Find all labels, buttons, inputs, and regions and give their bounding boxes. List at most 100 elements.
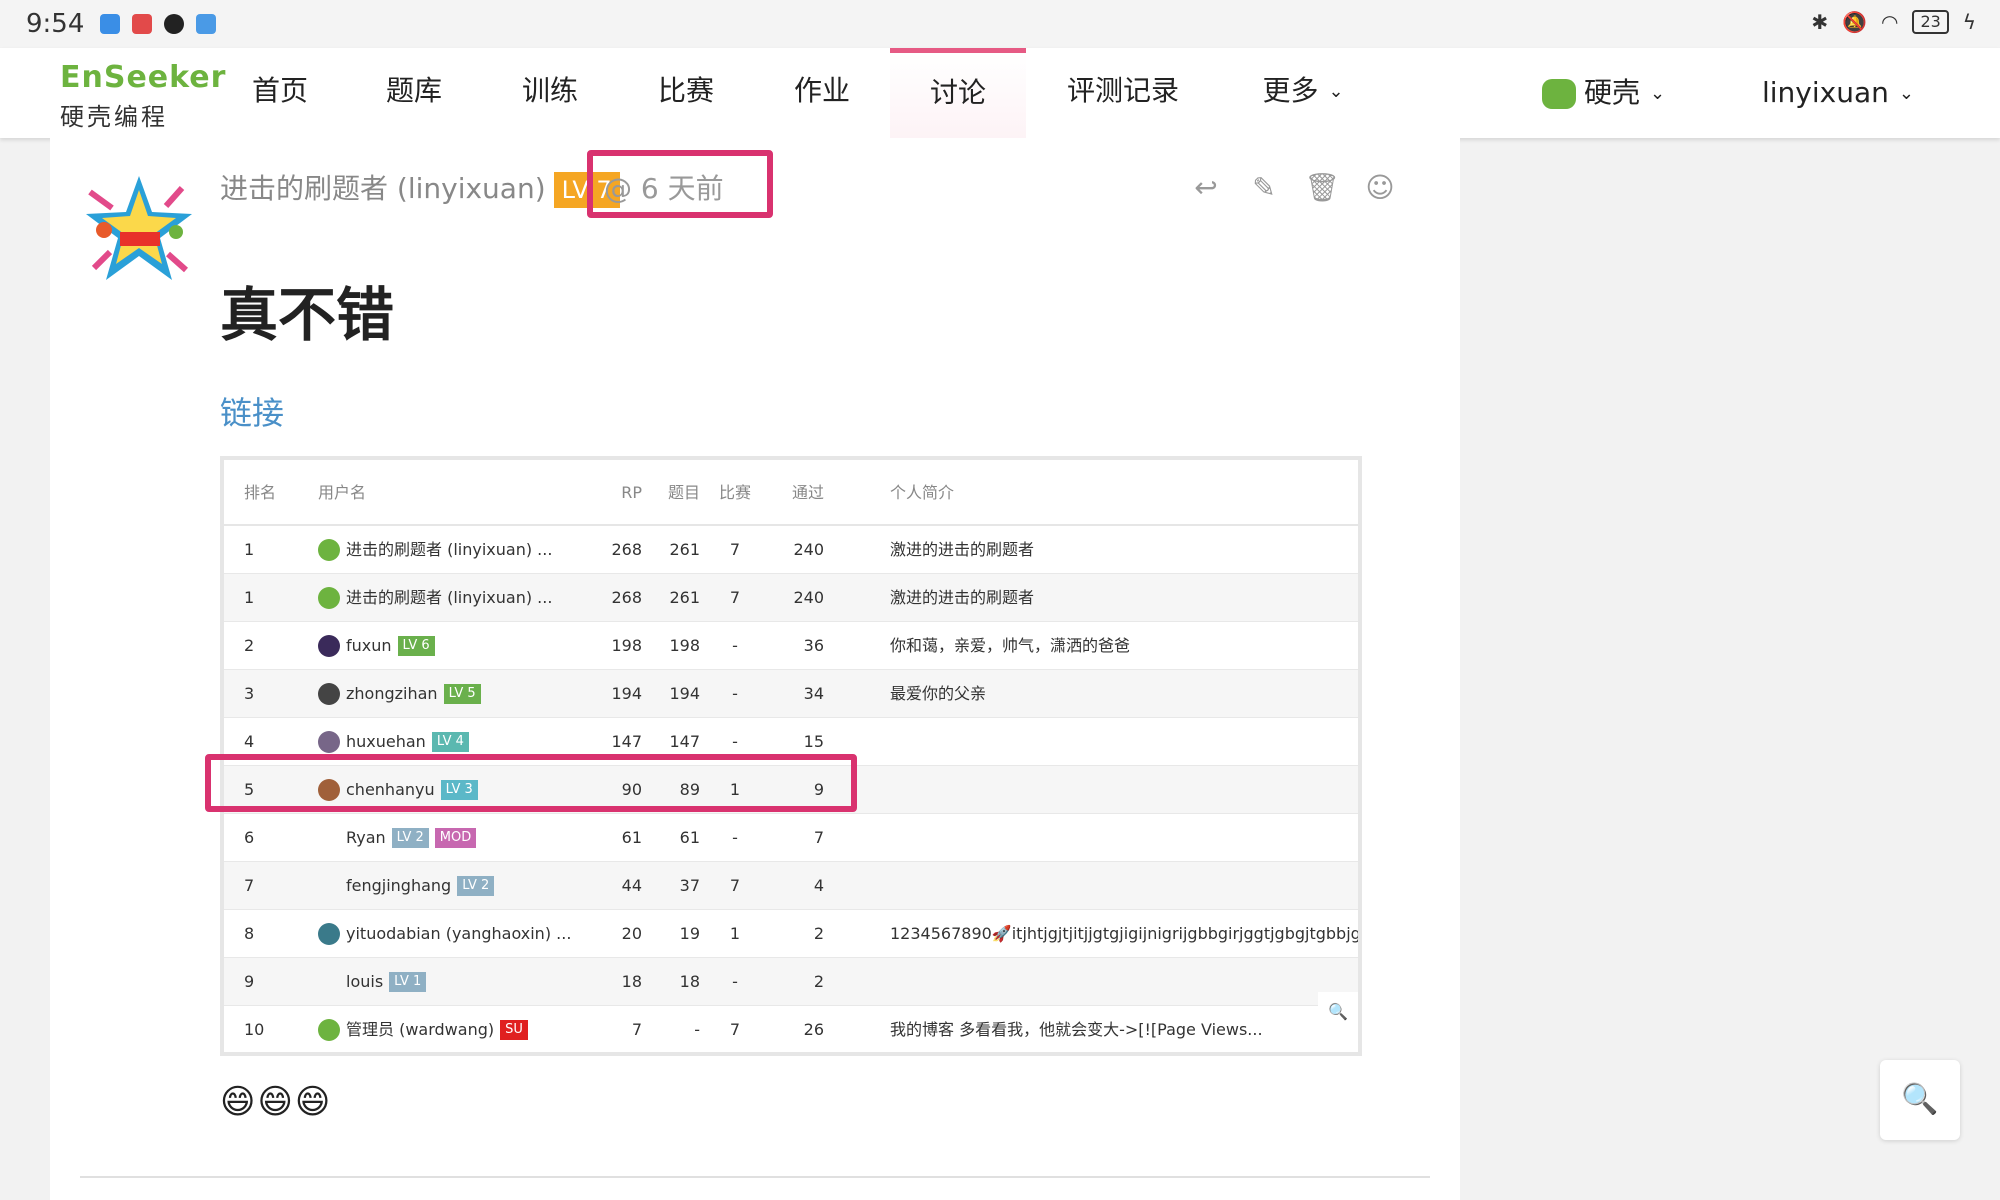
chevron-down-icon: ⌄ <box>1328 81 1344 102</box>
user-avatar <box>318 539 340 561</box>
post-emojis: 😄😄😄 <box>220 1082 333 1122</box>
school-menu[interactable]: 硬壳 ⌄ <box>1542 48 1665 138</box>
status-icons: ✱ 🔕 ◠ 23 ϟ <box>1811 10 1976 34</box>
cell-passed: 36 <box>803 636 824 655</box>
cell-passed: 2 <box>813 972 824 991</box>
table-row: 2 fuxun LV 6 198 198 - 36 你和蔼，亲爱，帅气，潇洒的爸爸 <box>224 622 1358 670</box>
cell-contests: 7 <box>729 540 741 559</box>
nav-discussion[interactable]: 讨论 <box>890 48 1026 138</box>
cell-username: yituodabian (yanghaoxin) ... <box>318 910 571 958</box>
author-avatar[interactable] <box>82 172 196 290</box>
nav-more[interactable]: 更多 ⌄ <box>1248 48 1358 138</box>
annotation-highlight-box <box>205 754 857 812</box>
user-name: louis <box>346 972 384 991</box>
user-name: fuxun <box>346 636 392 655</box>
post-link[interactable]: 链接 <box>220 388 284 434</box>
table-row: 1 进击的刷题者 (linyixuan) ... 268 261 7 240 激进的进击的刷… <box>224 526 1358 574</box>
cell-contests: - <box>732 972 738 991</box>
search-icon: 🔍 <box>1318 992 1358 1032</box>
cell-username: louis LV 1 <box>318 958 427 1006</box>
cell-rp: 268 <box>611 540 642 559</box>
search-button[interactable]: 🔍 <box>1880 1060 1960 1140</box>
cell-rank: 8 <box>244 924 255 943</box>
cell-rank: 2 <box>244 636 255 655</box>
nav-training[interactable]: 训练 <box>510 48 590 138</box>
table-row: 1 进击的刷题者 (linyixuan) ... 268 261 7 240 激进的进击的刷… <box>224 574 1358 622</box>
user-name: zhongzihan <box>346 684 438 703</box>
cell-rp: 20 <box>621 924 642 943</box>
chevron-down-icon: ⌄ <box>1650 83 1666 104</box>
username-label: linyixuan <box>1762 76 1889 109</box>
table-header: 排名 用户名 RP 题目 比赛 通过 个人简介 <box>224 460 1358 526</box>
table-row: 8 yituodabian (yanghaoxin) ... 20 19 1 2 12345… <box>224 910 1358 958</box>
logo-text: EnSeeker <box>60 60 227 95</box>
emoji-reaction-icon[interactable]: ☺ <box>1362 170 1398 206</box>
top-navbar: EnSeeker 硬壳编程 首页 题库 训练 比赛 作业 讨论 评测记录 更多 ⌄… <box>0 48 2000 138</box>
table-row: 9 louis LV 1 18 18 - 2 <box>224 958 1358 1006</box>
user-name: Ryan <box>346 828 386 847</box>
cell-rank: 3 <box>244 684 255 703</box>
delete-icon[interactable]: 🗑 <box>1304 170 1340 206</box>
cell-contests: 7 <box>729 588 741 607</box>
cell-passed: 2 <box>813 924 824 943</box>
status-bar: 9:54 ✱ 🔕 ◠ 23 ϟ <box>0 0 2000 48</box>
cell-bio: 激进的进击的刷题者 <box>890 540 1035 559</box>
cell-passed: 26 <box>803 1020 824 1039</box>
table-row: 10 管理员 (wardwang) SU 7 - 7 26 我的博客 多看看我，他就会变大->… <box>224 1006 1358 1052</box>
user-avatar <box>318 635 340 657</box>
cell-bio: 我的博客 多看看我，他就会变大->[![Page Views... <box>890 1020 1263 1039</box>
nav-problems[interactable]: 题库 <box>374 48 454 138</box>
user-menu[interactable]: linyixuan ⌄ <box>1762 48 1914 138</box>
author-name[interactable]: 进击的刷题者 (linyixuan) <box>220 172 546 205</box>
divider <box>80 1176 1430 1178</box>
cell-problems: 198 <box>669 636 700 655</box>
cell-rp: 198 <box>611 636 642 655</box>
header-rank: 排名 <box>244 483 277 502</box>
user-badge: LV 4 <box>431 732 469 752</box>
cell-username: fengjinghang LV 2 <box>318 862 495 910</box>
cell-contests: 7 <box>729 876 741 895</box>
app-notification-icon <box>132 14 153 34</box>
user-avatar <box>318 587 340 609</box>
cell-bio: 激进的进击的刷题者 <box>890 588 1035 607</box>
post-meta: 进击的刷题者 (linyixuan) LV 7 <box>220 168 620 210</box>
user-avatar <box>318 1019 340 1041</box>
user-badge: LV 6 <box>397 636 435 656</box>
table-row: 6 Ryan LV 2 MOD 61 61 - 7 <box>224 814 1358 862</box>
cell-username: 管理员 (wardwang) SU <box>318 1006 528 1052</box>
post-actions: ↩ ✎ 🗑 ☺ <box>1188 170 1398 206</box>
nav-contests[interactable]: 比赛 <box>646 48 726 138</box>
user-badge: LV 2 <box>457 876 495 896</box>
cell-rank: 9 <box>244 972 255 991</box>
user-avatar <box>318 827 340 849</box>
nav-homework[interactable]: 作业 <box>782 48 862 138</box>
cell-problems: 61 <box>679 828 700 847</box>
cell-contests: - <box>732 684 738 703</box>
school-label: 硬壳 <box>1584 76 1641 109</box>
cell-passed: 4 <box>813 876 824 895</box>
user-avatar <box>318 875 340 897</box>
table-row: 7 fengjinghang LV 2 44 37 7 4 <box>224 862 1358 910</box>
reply-icon[interactable]: ↩ <box>1188 170 1224 206</box>
logo-subtitle: 硬壳编程 <box>60 103 168 131</box>
cell-bio: 最爱你的父亲 <box>890 684 987 703</box>
nav-home[interactable]: 首页 <box>240 48 320 138</box>
post-title: 真不错 <box>220 281 395 349</box>
nav-records[interactable]: 评测记录 <box>1058 48 1188 138</box>
cell-rank: 6 <box>244 828 255 847</box>
chevron-down-icon: ⌄ <box>1898 83 1914 104</box>
cell-bio: 1234567890🚀itjhtjgjtjitjjgtgjigijnigrijg… <box>890 924 1362 943</box>
user-name: yituodabian (yanghaoxin) ... <box>346 924 572 943</box>
user-badge: LV 5 <box>443 684 481 704</box>
site-logo[interactable]: EnSeeker 硬壳编程 <box>60 60 226 132</box>
post-time: @ 6 天前 <box>604 172 724 205</box>
cell-rank: 7 <box>244 876 255 895</box>
cell-rp: 61 <box>621 828 642 847</box>
user-avatar <box>318 731 340 753</box>
cell-bio: 你和蔼，亲爱，帅气，潇洒的爸爸 <box>890 636 1131 655</box>
cell-rank: 10 <box>244 1020 265 1039</box>
edit-icon[interactable]: ✎ <box>1246 170 1282 206</box>
cell-problems: 37 <box>679 876 700 895</box>
cell-problems: 19 <box>679 924 700 943</box>
user-name: 管理员 (wardwang) <box>346 1020 495 1039</box>
